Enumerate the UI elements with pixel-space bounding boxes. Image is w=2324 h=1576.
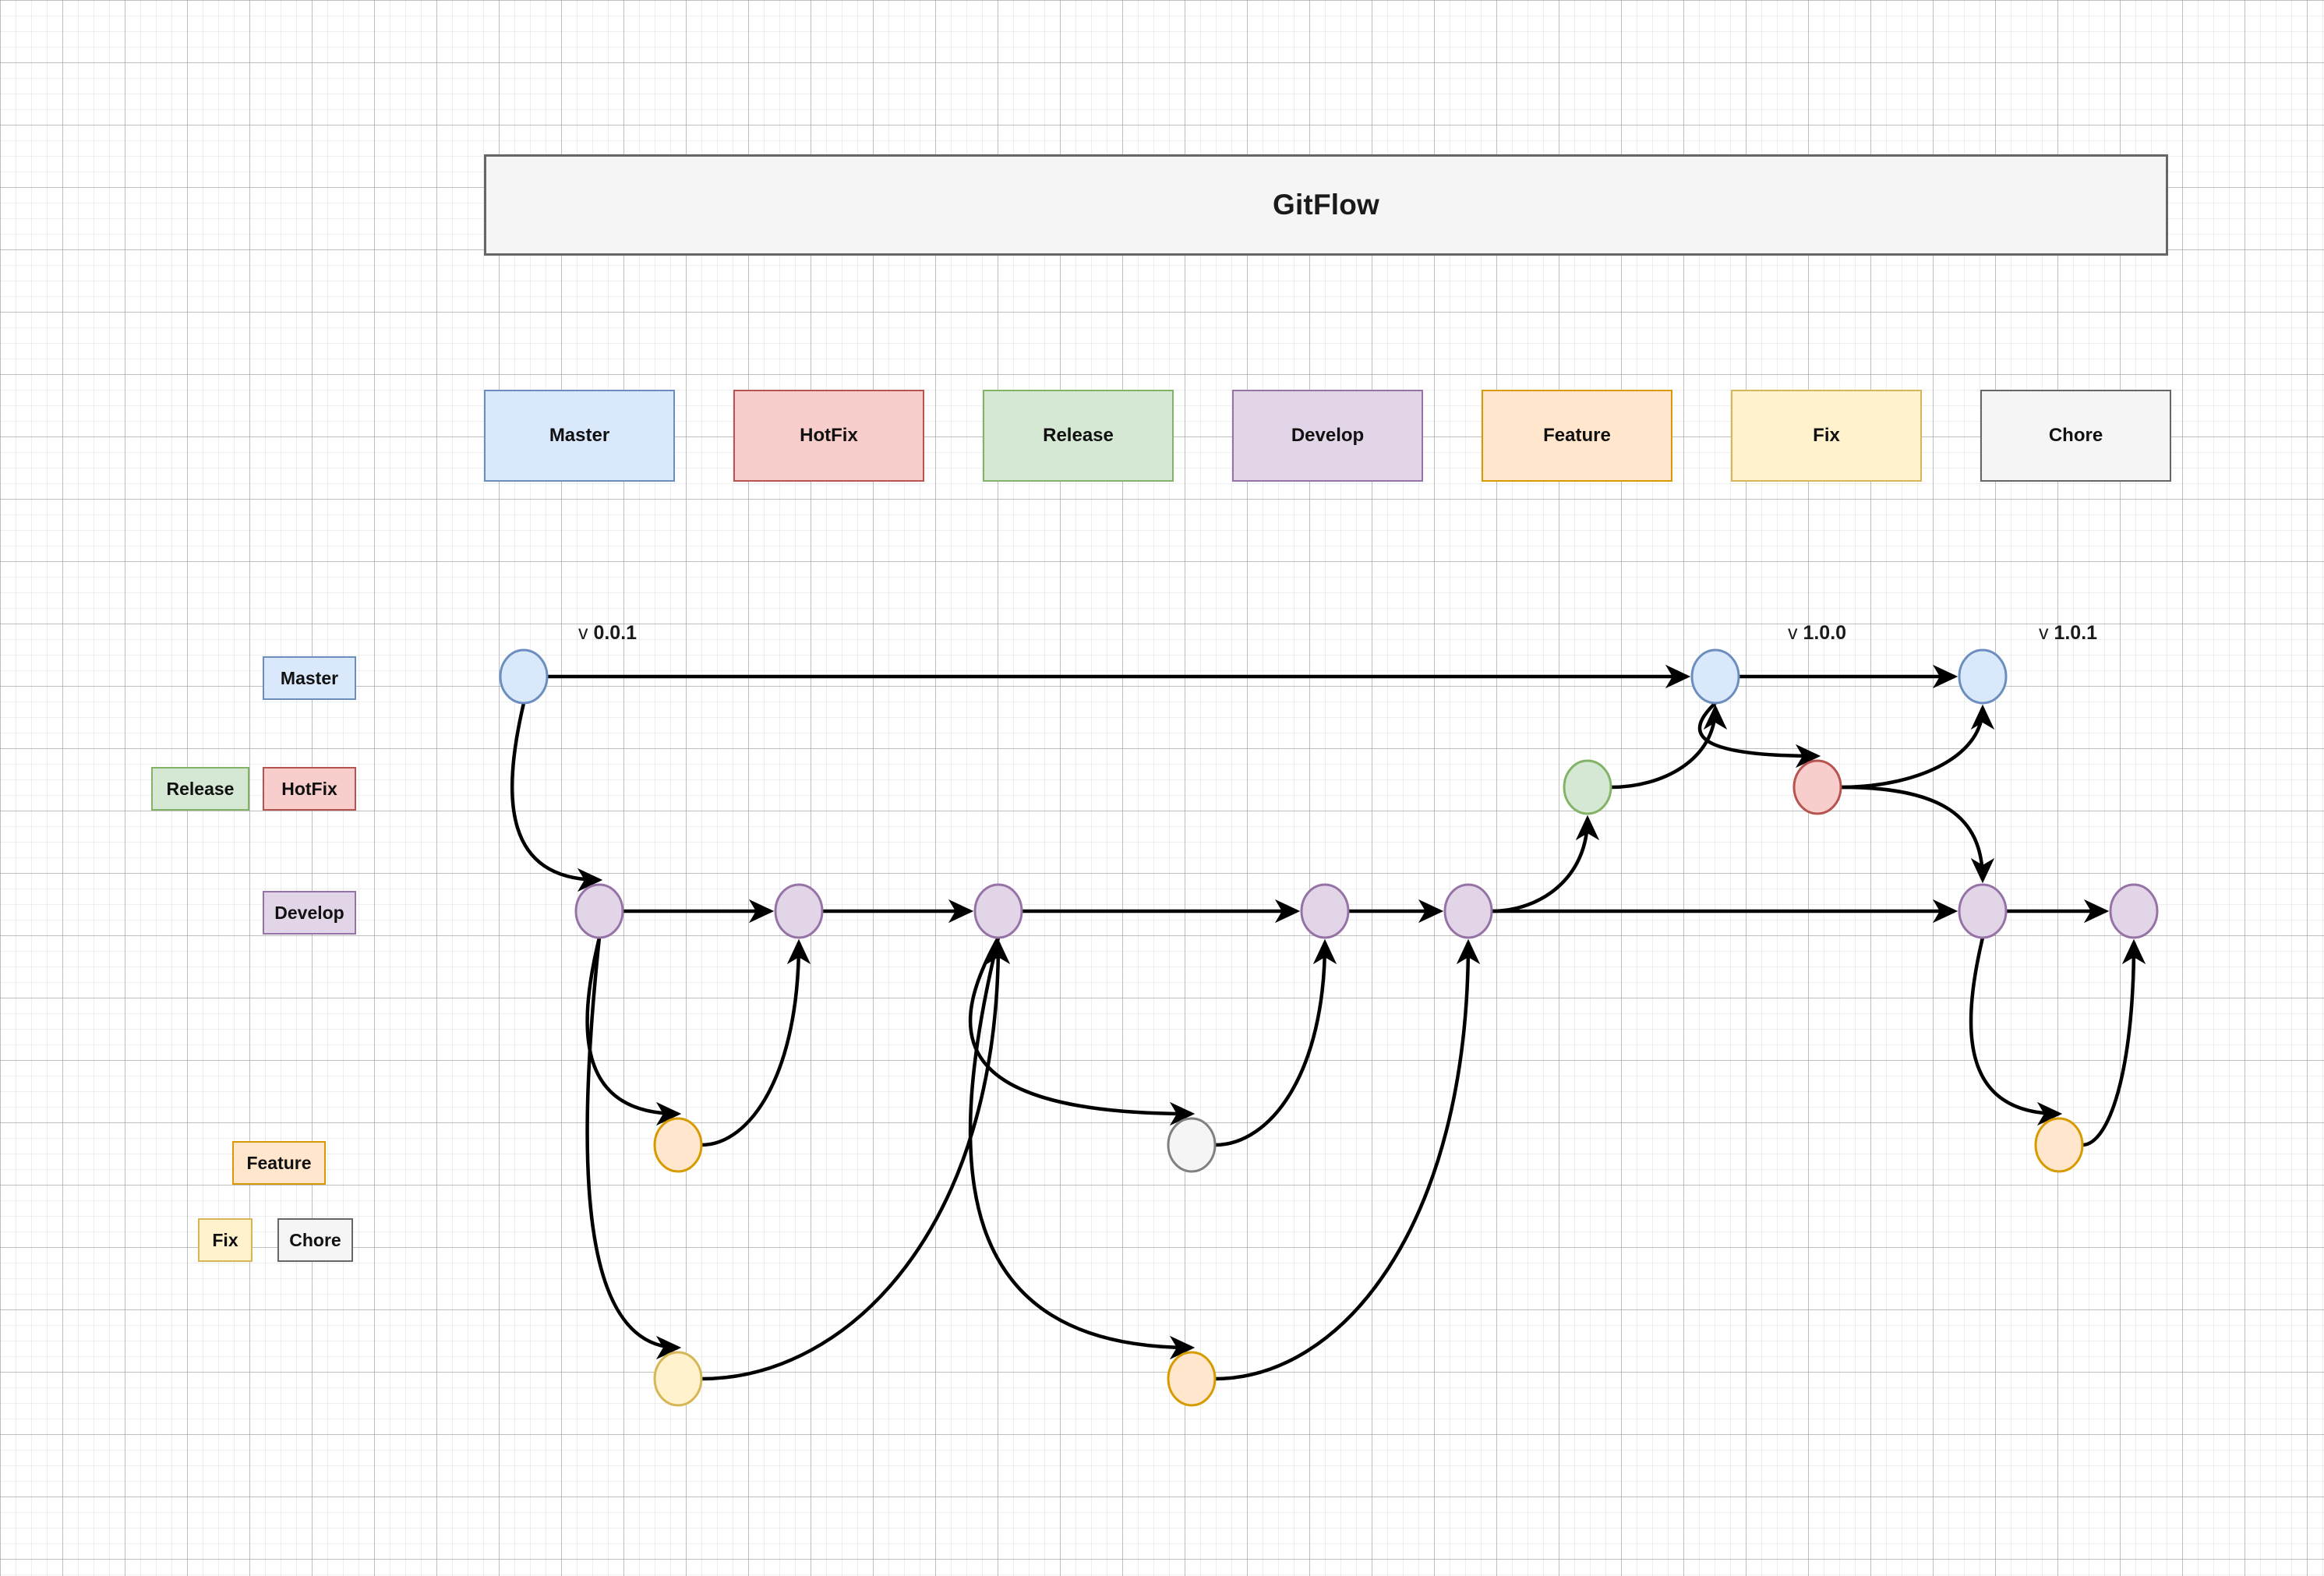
commit-node-feature-f3[interactable] bbox=[2034, 1117, 2084, 1173]
version-tag-0.0.1: v 0.0.1 bbox=[578, 622, 637, 645]
row-label-text: Chore bbox=[289, 1229, 341, 1250]
row-label-chore-6[interactable]: Chore bbox=[277, 1218, 353, 1262]
row-label-text: Master bbox=[280, 667, 339, 688]
row-label-text: Fix bbox=[212, 1229, 238, 1250]
legend-item-release[interactable]: Release bbox=[983, 390, 1174, 482]
commit-node-develop-d1[interactable] bbox=[574, 883, 624, 939]
commit-node-develop-d4[interactable] bbox=[1300, 883, 1350, 939]
version-number: 0.0.1 bbox=[593, 622, 638, 644]
edge-f3-to-d7 bbox=[2082, 938, 2146, 1147]
version-prefix: v bbox=[2039, 622, 2054, 644]
legend-item-label: HotFix bbox=[800, 425, 858, 446]
version-number: 1.0.0 bbox=[1803, 622, 1847, 644]
row-label-text: HotFix bbox=[281, 778, 337, 799]
legend-item-label: Develop bbox=[1291, 425, 1365, 446]
commit-node-chore-c1[interactable] bbox=[1167, 1117, 1217, 1173]
edge-d6-to-f3 bbox=[1969, 937, 2063, 1126]
edge-c1-to-d4 bbox=[1214, 938, 1337, 1147]
edge-d1-to-f1 bbox=[585, 937, 682, 1126]
row-label-develop-3[interactable]: Develop bbox=[263, 891, 356, 935]
row-label-text: Release bbox=[166, 778, 235, 799]
legend-item-hotfix[interactable]: HotFix bbox=[733, 390, 924, 482]
node-layer bbox=[499, 648, 2159, 1407]
legend-item-label: Feature bbox=[1543, 425, 1611, 446]
row-label-text: Develop bbox=[274, 902, 344, 923]
edge-h1-to-m3 bbox=[1840, 704, 1995, 790]
row-label-text: Feature bbox=[246, 1152, 312, 1173]
version-prefix: v bbox=[1788, 622, 1803, 644]
legend-item-fix[interactable]: Fix bbox=[1731, 390, 1922, 482]
commit-node-release-r1[interactable] bbox=[1563, 759, 1612, 815]
commit-node-develop-d2[interactable] bbox=[774, 883, 824, 939]
legend-item-label: Release bbox=[1043, 425, 1114, 446]
commit-node-fix-x1[interactable] bbox=[653, 1351, 703, 1407]
legend-item-label: Chore bbox=[2048, 425, 2103, 446]
version-number: 1.0.1 bbox=[2054, 622, 2098, 644]
commit-node-feature-f1[interactable] bbox=[653, 1117, 703, 1173]
row-label-hotfix-2[interactable]: HotFix bbox=[263, 767, 356, 811]
version-tag-1.0.0: v 1.0.0 bbox=[1788, 622, 1846, 645]
commit-node-master-m2[interactable] bbox=[1690, 648, 1740, 705]
edge-r1-to-m2 bbox=[1610, 704, 1728, 790]
commit-node-hotfix-h1[interactable] bbox=[1792, 759, 1842, 815]
legend-item-master[interactable]: Master bbox=[484, 390, 675, 482]
commit-node-develop-d5[interactable] bbox=[1443, 883, 1493, 939]
diagram-canvas: GitFlow Master HotFix Release Develop Featur… bbox=[0, 0, 2324, 1576]
edge-f1-to-d2 bbox=[701, 938, 811, 1147]
version-prefix: v bbox=[578, 622, 594, 644]
legend-item-label: Fix bbox=[1813, 425, 1840, 446]
commit-node-develop-d7[interactable] bbox=[2109, 883, 2159, 939]
edge-layer bbox=[510, 664, 2146, 1381]
row-label-feature-4[interactable]: Feature bbox=[232, 1141, 326, 1185]
edge-x1-to-d3 bbox=[701, 938, 1011, 1381]
commit-node-develop-d6[interactable] bbox=[1958, 883, 2008, 939]
diagram-title-bar: GitFlow bbox=[484, 154, 2168, 256]
legend-item-develop[interactable]: Develop bbox=[1232, 390, 1423, 482]
commit-node-feature-f2[interactable] bbox=[1167, 1351, 1217, 1407]
edge-h1-to-d6 bbox=[1840, 785, 1995, 884]
legend-item-chore[interactable]: Chore bbox=[1980, 390, 2171, 482]
edge-d3-to-c1 bbox=[968, 936, 1196, 1126]
edge-m2-to-h1 bbox=[1697, 701, 1821, 769]
edge-f2-to-d5 bbox=[1214, 938, 1481, 1381]
legend-item-label: Master bbox=[549, 425, 610, 446]
row-label-release-1[interactable]: Release bbox=[151, 767, 249, 811]
edge-d3-to-f2 bbox=[968, 937, 1196, 1360]
row-label-master-0[interactable]: Master bbox=[263, 656, 356, 700]
page-title: GitFlow bbox=[1272, 189, 1380, 221]
edge-m1-to-d1 bbox=[510, 702, 603, 892]
commit-node-master-m1[interactable] bbox=[499, 648, 549, 705]
row-label-fix-5[interactable]: Fix bbox=[198, 1218, 253, 1262]
version-tag-1.0.1: v 1.0.1 bbox=[2039, 622, 2097, 645]
commit-node-develop-d3[interactable] bbox=[973, 883, 1023, 939]
edge-d5-to-r1 bbox=[1491, 815, 1600, 913]
edge-d1-to-x1 bbox=[585, 937, 682, 1360]
legend-item-feature[interactable]: Feature bbox=[1482, 390, 1672, 482]
commit-node-master-m3[interactable] bbox=[1958, 648, 2008, 705]
